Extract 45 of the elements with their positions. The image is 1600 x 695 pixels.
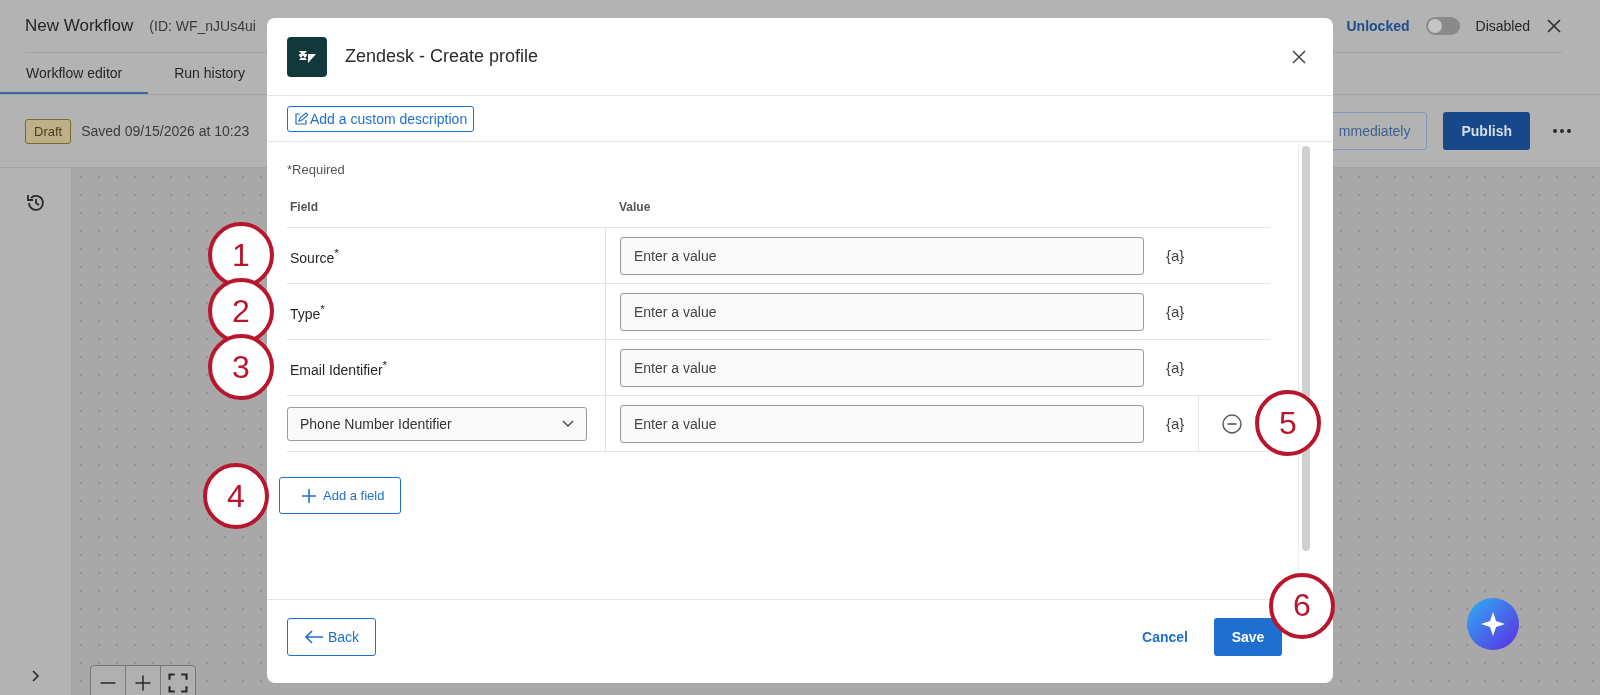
tab[interactable]: Workflow editor [0, 53, 149, 94]
close-icon[interactable] [1291, 48, 1307, 65]
required-note: *Required [287, 162, 346, 177]
add-description-button[interactable]: Add a custom description [287, 105, 475, 132]
insert-variable-button[interactable]: {a} [1166, 415, 1185, 432]
plus-icon [301, 487, 317, 504]
edit-icon [294, 111, 308, 126]
cancel-button[interactable]: Cancel [1136, 627, 1194, 646]
scrollbar[interactable] [1302, 146, 1310, 551]
column-header: Field [289, 200, 319, 214]
column-header: Value [618, 200, 651, 214]
add-field-button[interactable]: Add a field [279, 477, 402, 514]
remove-icon[interactable] [1221, 412, 1243, 435]
tab[interactable]: Run history [148, 53, 272, 94]
history-icon[interactable] [24, 192, 47, 214]
status-badge: Draft [25, 118, 72, 144]
field-label: Email Identifier$^{*}$ [289, 357, 388, 378]
toggle-label: Disabled [1475, 18, 1530, 34]
value-input[interactable]: Enter a value [620, 404, 1144, 443]
workflow-title: New Workflow [25, 16, 134, 36]
field-dropdown[interactable]: Phone Number Identifier [287, 406, 587, 441]
callout-number: 5 [1255, 390, 1321, 456]
callout-number: 6 [1269, 572, 1335, 639]
insert-variable-button[interactable]: {a} [1166, 247, 1185, 264]
chevron-down-icon [562, 419, 574, 428]
back-button[interactable]: Back [287, 617, 377, 656]
value-input[interactable]: Enter a value [620, 236, 1144, 275]
insert-variable-button[interactable]: {a} [1166, 359, 1185, 376]
workflow-id: (ID: WF_nJUs4ui [149, 18, 256, 34]
insert-variable-button[interactable]: {a} [1166, 303, 1185, 320]
lock-status-link[interactable]: Unlocked [1346, 18, 1410, 34]
close-icon[interactable] [1546, 18, 1562, 34]
value-input[interactable]: Enter a value [620, 348, 1144, 387]
arrow-left-icon [304, 629, 324, 644]
chevron-right-icon[interactable] [30, 669, 41, 683]
saved-text: Saved 09/15/2026 at 10:23 [81, 123, 250, 139]
more-icon[interactable] [1552, 128, 1572, 134]
field-label: Type$^{*}$ [289, 301, 325, 322]
dialog-title: Zendesk - Create profile [345, 46, 539, 67]
value-input[interactable]: Enter a value [620, 292, 1144, 331]
publish-button[interactable]: Publish [1443, 112, 1530, 150]
field-label: Source$^{*}$ [289, 245, 339, 266]
save-button[interactable]: Save [1214, 617, 1282, 656]
sparkle-button-icon[interactable] [1467, 598, 1519, 650]
toggle-switch[interactable] [1425, 17, 1460, 35]
